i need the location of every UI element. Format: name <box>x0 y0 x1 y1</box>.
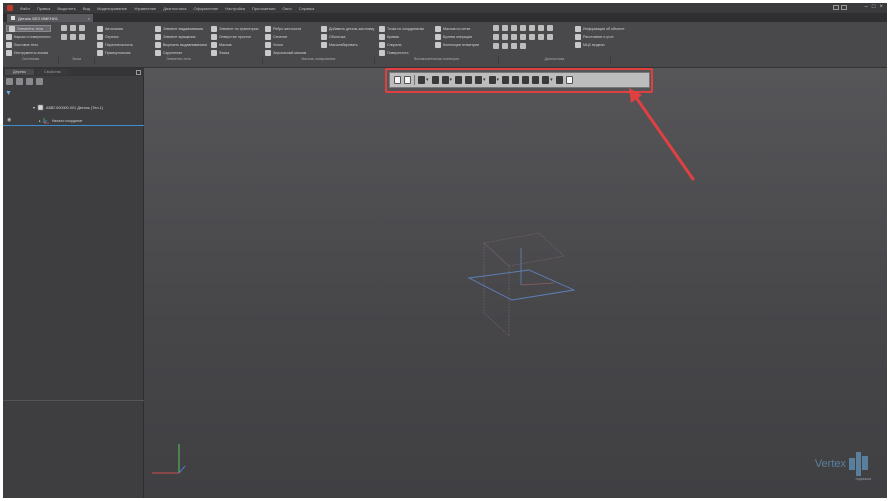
app-window: Файл Правка Выделить Вид Моделирование У… <box>3 3 887 498</box>
arrow-shaft <box>633 94 695 181</box>
annotation-arrow <box>629 88 695 181</box>
